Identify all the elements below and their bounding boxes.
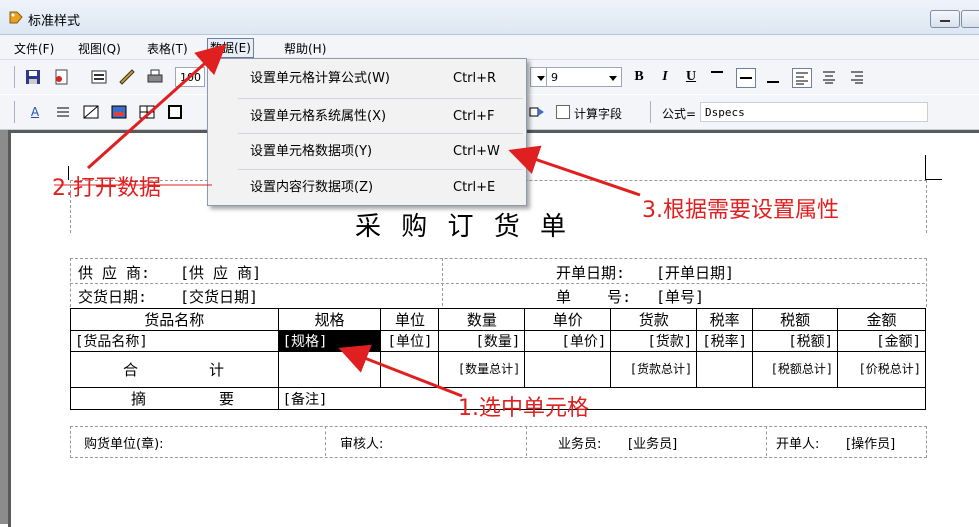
arrow-3 xyxy=(508,145,641,197)
annotation-arrows xyxy=(54,43,641,398)
annotation-3: 3.根据需要设置属性 xyxy=(642,198,839,223)
annotation-1: 1.选中单元格 xyxy=(458,396,589,421)
annotation-2: 2.打开数据 xyxy=(52,176,161,201)
arrow-2 xyxy=(86,43,227,170)
arrow-1 xyxy=(338,344,463,398)
